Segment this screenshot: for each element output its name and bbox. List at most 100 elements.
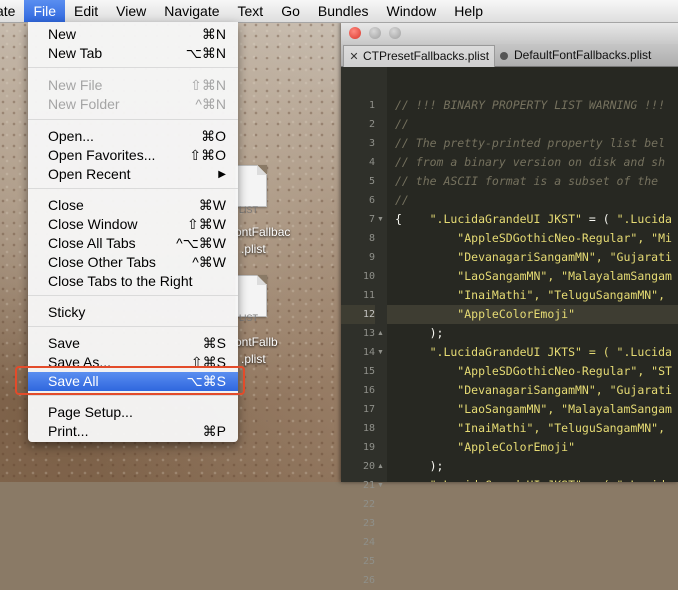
menu-file[interactable]: File [24,0,66,22]
menu-item-label: Close Tabs to the Right [48,273,193,289]
menu-item-label: New Tab [48,45,103,61]
line-number: 2 [368,119,375,130]
line-number: 4 [368,157,375,168]
menu-item-label: New [48,26,77,42]
menu-item-shortcut: ⇧⌘N [190,77,226,93]
code-area[interactable]: // !!! BINARY PROPERTY LIST WARNING !!! /… [387,67,678,482]
line-number: 21 [362,480,375,491]
menu-item-close[interactable]: Close ⌘W [28,196,238,215]
menu-item-label: Close Window [48,216,138,232]
menu-item-shortcut: ⇧⌘W [187,216,226,232]
menu-bundles[interactable]: Bundles [309,0,378,22]
menu-app[interactable]: ate [0,0,24,22]
file-type-label: LIST [239,205,259,215]
menu-item-label: Open Recent [48,166,131,182]
zoom-window-button[interactable] [389,27,401,39]
code-line: ); [395,326,444,340]
fold-toggle-icon[interactable]: ▲ [377,324,384,343]
menu-item-label: Sticky [48,304,86,320]
menu-help[interactable]: Help [445,0,492,22]
line-number: 1 [368,100,375,111]
menu-item-new[interactable]: New ⌘N [28,25,238,44]
menu-navigate[interactable]: Navigate [155,0,228,22]
menu-item-open[interactable]: Open... ⌘O [28,127,238,146]
line-number: 25 [362,556,375,567]
menu-item-open-recent[interactable]: Open Recent ▶ [28,165,238,184]
menu-separator [28,119,238,120]
menu-item-label: New Folder [48,96,120,112]
fold-toggle-icon[interactable]: ▲ [377,457,384,476]
code-line: // [395,193,409,207]
line-number: 18 [362,423,375,434]
fold-toggle-icon[interactable]: ▼ [377,210,384,229]
code-line: ".LucidaGrandeUI JKTS" = ( ".Lucida [395,345,672,359]
line-number: 16 [362,385,375,396]
tab-defaultfontfallbacks[interactable]: DefaultFontFallbacks.plist [495,45,678,66]
menu-item-close-all-tabs[interactable]: Close All Tabs ^⌥⌘W [28,234,238,253]
line-number: 22 [362,499,375,510]
code-line: { ".LucidaGrandeUI JKST" = ( ".Lucida [395,212,672,226]
menu-text[interactable]: Text [229,0,273,22]
menu-item-page-setup[interactable]: Page Setup... [28,403,238,422]
annotation-highlight-box [15,366,245,395]
menu-item-close-window[interactable]: Close Window ⇧⌘W [28,215,238,234]
menu-item-shortcut: ^⌥⌘W [176,235,226,251]
tab-ctpresetfallbacks[interactable]: ✕ CTPresetFallbacks.plist [343,45,495,67]
line-number: 23 [362,518,375,529]
menu-item-open-favorites[interactable]: Open Favorites... ⇧⌘O [28,146,238,165]
menu-item-shortcut: ⌘W [198,197,226,213]
line-number: 26 [362,575,375,586]
file-name-line1: ontFallb [235,335,278,349]
menu-item-close-tabs-to-the-right[interactable]: Close Tabs to the Right [28,272,238,291]
menu-item-shortcut: ⌘S [202,335,226,351]
line-number: 19 [362,442,375,453]
code-line: // the ASCII format is a subset of the [395,174,659,188]
line-number: 11 [362,290,375,301]
unsaved-dot-icon [500,51,508,60]
line-number: 17 [362,404,375,415]
menu-item-label: Close All Tabs [48,235,136,251]
fold-toggle-icon[interactable]: ▼ [377,343,384,362]
code-line: "LaoSangamMN", "MalayalamSangam [395,402,672,416]
menu-item-shortcut: ⌥⌘N [185,45,226,61]
plist-file-icon [235,165,267,207]
menu-item-print[interactable]: Print... ⌘P [28,422,238,441]
menu-item-label: Page Setup... [48,404,133,420]
menu-view[interactable]: View [107,0,155,22]
line-number: 20 [362,461,375,472]
fold-toggle-icon[interactable]: ▼ [377,476,384,495]
menu-item-label: Open Favorites... [48,147,156,163]
menu-item-sticky[interactable]: Sticky [28,303,238,322]
close-tab-icon[interactable]: ✕ [348,47,360,67]
menu-separator [28,395,238,396]
close-window-button[interactable] [349,27,361,39]
minimize-window-button[interactable] [369,27,381,39]
menu-bar: ate File Edit View Navigate Text Go Bund… [0,0,678,23]
editor-window: ✕ CTPresetFallbacks.plist DefaultFontFall… [341,22,678,586]
tab-bar: ✕ CTPresetFallbacks.plist DefaultFontFall… [341,44,678,67]
line-number: 6 [368,195,375,206]
line-number: 24 [362,537,375,548]
code-line: "AppleColorEmoji" [387,305,678,324]
menu-item-label: Save [48,335,80,351]
menu-window[interactable]: Window [377,0,445,22]
code-line: // The pretty-printed property list bel [395,136,666,150]
menu-item-label: Print... [48,423,89,439]
menu-item-shortcut: ⌘N [201,26,226,42]
line-number: 5 [368,176,375,187]
menu-item-label: Close Other Tabs [48,254,156,270]
menu-go[interactable]: Go [272,0,309,22]
menu-item-shortcut: ^⌘N [195,96,226,112]
menu-item-new-tab[interactable]: New Tab ⌥⌘N [28,44,238,63]
menu-separator [28,295,238,296]
line-number: 13 [362,328,375,339]
code-line: "AppleSDGothicNeo-Regular", "Mi [395,231,672,245]
menu-item-shortcut: ⇧⌘O [189,147,226,163]
menu-item-close-other-tabs[interactable]: Close Other Tabs ^⌘W [28,253,238,272]
menu-separator [28,67,238,68]
menu-item-save[interactable]: Save ⌘S [28,334,238,353]
menu-separator [28,188,238,189]
code-line: // from a binary version on disk and sh [395,155,666,169]
code-line: ); [395,459,444,473]
menu-edit[interactable]: Edit [65,0,107,22]
